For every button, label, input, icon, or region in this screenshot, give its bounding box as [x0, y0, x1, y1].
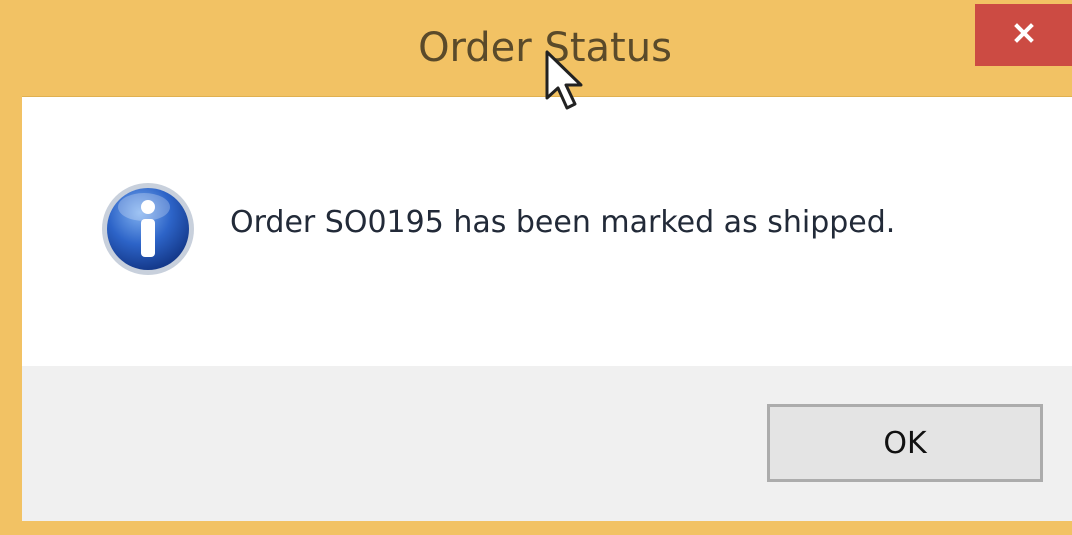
message-dialog: Order Status Order SO0195 has been marke…: [0, 0, 1072, 535]
window-border: [0, 521, 1072, 535]
close-icon: [1012, 21, 1036, 49]
info-icon: [100, 181, 196, 277]
title-bar[interactable]: Order Status: [0, 0, 1072, 96]
ok-button[interactable]: OK: [767, 404, 1043, 482]
close-button[interactable]: [975, 4, 1072, 66]
message-area: Order SO0195 has been marked as shipped.: [22, 96, 1072, 367]
dialog-title: Order Status: [418, 25, 672, 71]
dialog-message: Order SO0195 has been marked as shipped.: [230, 205, 896, 240]
button-bar: OK: [22, 366, 1072, 521]
mouse-cursor-icon: [543, 50, 591, 114]
